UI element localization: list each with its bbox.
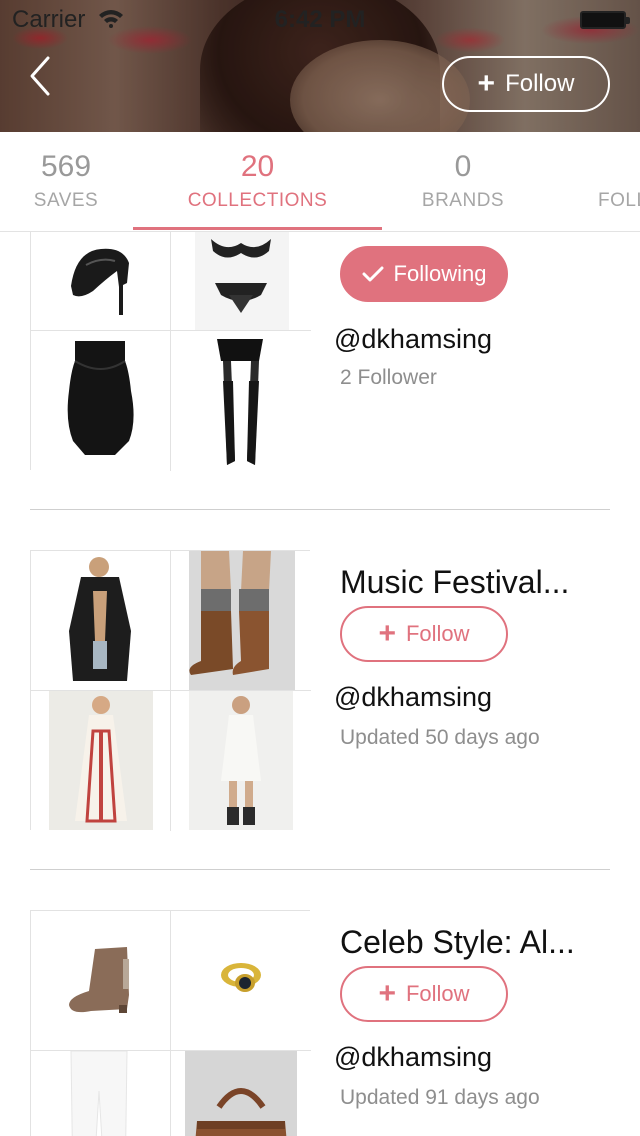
follow-profile-label: Follow	[505, 70, 575, 97]
list-divider	[30, 869, 610, 870]
tab-following[interactable]: FOLL	[586, 132, 640, 231]
collection-image-grid[interactable]	[30, 232, 311, 471]
tab-count: 0	[454, 150, 472, 183]
product-thumbnail-lace-up-boots[interactable]	[171, 551, 310, 690]
follow-button-label: Follow	[405, 981, 470, 1006]
follow-collection-button[interactable]: + Follow	[340, 606, 508, 662]
active-tab-indicator	[133, 227, 382, 230]
tab-label: COLLECTIONS	[187, 190, 328, 211]
product-thumbnail-black-bodysuit[interactable]	[31, 331, 170, 470]
tab-count: 20	[240, 150, 275, 183]
tab-collections[interactable]: 20 COLLECTIONS	[133, 132, 382, 231]
product-thumbnail-gold-ring[interactable]	[171, 911, 310, 1050]
collection-image-grid[interactable]	[30, 550, 311, 831]
collection-title[interactable]: Music Festival...	[340, 564, 610, 601]
chevron-left-icon	[30, 56, 50, 96]
plus-icon: +	[378, 617, 396, 650]
status-time: 6:42 PM	[274, 6, 366, 33]
grid-divider	[31, 330, 311, 331]
product-thumbnail-black-romper[interactable]	[31, 551, 170, 690]
collection-meta: 2 Follower	[340, 366, 437, 389]
collections-list[interactable]: Following @dkhamsing 2 Follower Music Fe…	[0, 232, 640, 1136]
product-thumbnail-ankle-boot[interactable]	[31, 911, 170, 1050]
collection-meta: Updated 91 days ago	[340, 1086, 540, 1109]
list-divider	[30, 509, 610, 510]
plus-icon: +	[378, 977, 396, 1010]
product-thumbnail-leather-bag[interactable]	[171, 1051, 310, 1136]
tab-brands[interactable]: 0 BRANDS	[382, 132, 544, 231]
follow-button-label: Follow	[405, 621, 470, 646]
grid-divider	[31, 1050, 311, 1051]
collection-owner-link[interactable]: @dkhamsing	[334, 324, 492, 355]
product-thumbnail-heel-shoe[interactable]	[31, 232, 170, 330]
follow-collection-button[interactable]: + Follow	[340, 966, 508, 1022]
checkmark-icon	[362, 266, 384, 282]
grid-divider	[31, 690, 311, 691]
profile-tabs: 569 SAVES 20 COLLECTIONS 0 BRANDS FOLL	[0, 132, 640, 232]
plus-icon: +	[477, 67, 496, 100]
following-button[interactable]: Following	[340, 246, 508, 302]
product-thumbnail-stockings-garter[interactable]	[171, 331, 310, 470]
tab-label: SAVES	[33, 190, 99, 211]
product-thumbnail-white-jeans[interactable]	[31, 1051, 170, 1136]
collection-meta: Updated 50 days ago	[340, 726, 540, 749]
profile-banner: Carrier 6:42 PM + Follow	[0, 0, 640, 132]
collection-owner-link[interactable]: @dkhamsing	[334, 1042, 492, 1073]
grid-divider	[170, 551, 171, 831]
tab-saves[interactable]: 569 SAVES	[0, 132, 132, 231]
status-bar: Carrier 6:42 PM	[0, 0, 640, 40]
tab-label: BRANDS	[421, 190, 505, 211]
follow-profile-button[interactable]: + Follow	[442, 56, 610, 112]
collection-owner-link[interactable]: @dkhamsing	[334, 682, 492, 713]
collection-image-grid[interactable]	[30, 910, 311, 1136]
grid-divider	[170, 911, 171, 1136]
tab-label: FOLL	[598, 190, 640, 211]
tab-count: 569	[40, 150, 92, 183]
product-thumbnail-white-sundress[interactable]	[171, 691, 310, 830]
product-thumbnail-boho-maxi-dress[interactable]	[31, 691, 170, 830]
product-thumbnail-lingerie-set[interactable]	[171, 232, 310, 330]
battery-icon	[580, 11, 630, 29]
collection-title[interactable]: Celeb Style: Al...	[340, 924, 610, 961]
grid-divider	[170, 232, 171, 471]
following-button-label: Following	[393, 261, 487, 286]
back-button[interactable]	[24, 54, 64, 98]
